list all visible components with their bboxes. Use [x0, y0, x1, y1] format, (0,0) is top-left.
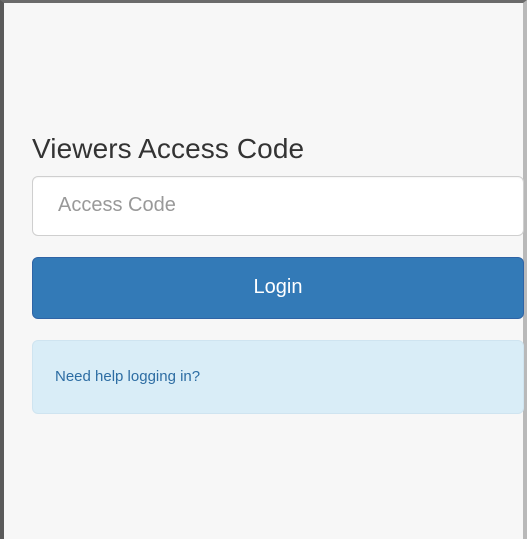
access-code-field[interactable] [32, 175, 524, 236]
page-title: Viewers Access Code [32, 133, 305, 164]
help-box: Need help logging in? [32, 339, 524, 414]
login-button[interactable]: Login [32, 256, 524, 319]
help-link[interactable]: Need help logging in? [55, 368, 200, 385]
access-code-input[interactable] [56, 193, 523, 219]
login-window: Viewers Access Code Login Need help logg… [0, 0, 527, 539]
login-panel: Viewers Access Code Login Need help logg… [32, 132, 524, 414]
